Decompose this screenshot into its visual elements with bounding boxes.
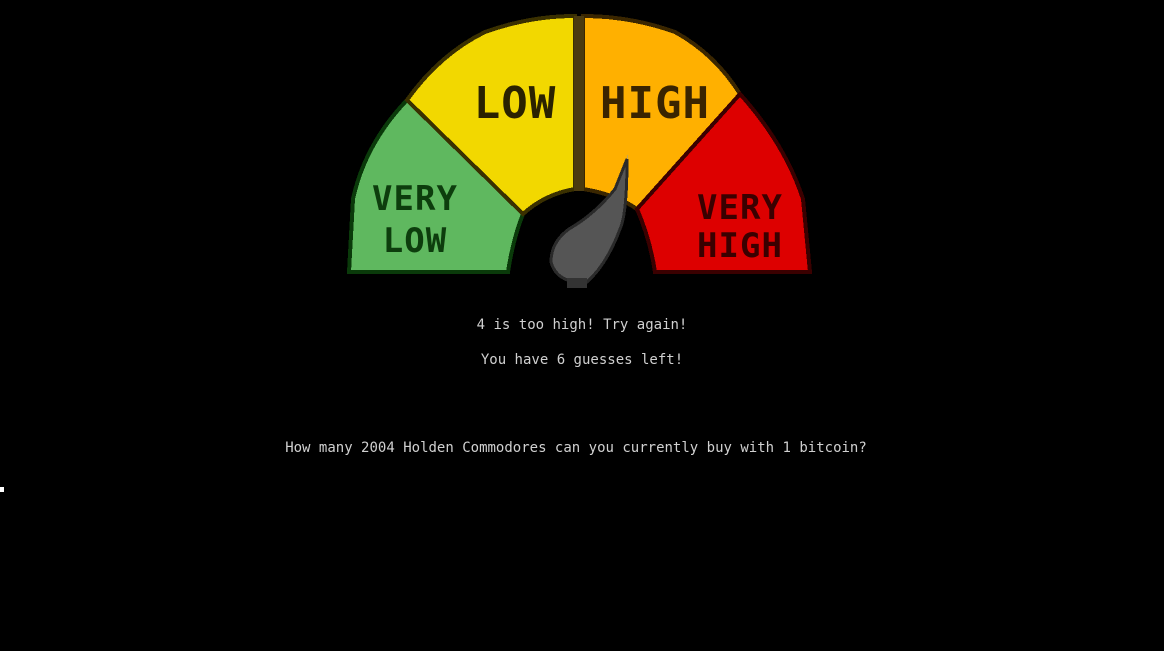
zone-label-very-high-1: VERY	[697, 188, 783, 228]
question-prompt: How many 2004 Holden Commodores can you …	[285, 440, 867, 456]
zone-label-very-low-2: LOW	[383, 221, 447, 261]
guesses-remaining: You have 6 guesses left!	[480, 352, 684, 368]
feedback-message: 4 is too high! Try again!	[476, 317, 688, 333]
speedometer-gauge: VERY LOW LOW HIGH VERY HIGH	[345, 14, 815, 294]
zone-label-very-low-1: VERY	[372, 179, 458, 219]
text-cursor[interactable]	[0, 487, 4, 492]
zone-label-high: HIGH	[600, 78, 710, 129]
zone-label-very-high-2: HIGH	[697, 226, 783, 266]
zone-label-low: LOW	[474, 78, 556, 129]
gauge-center-divider	[574, 16, 584, 191]
